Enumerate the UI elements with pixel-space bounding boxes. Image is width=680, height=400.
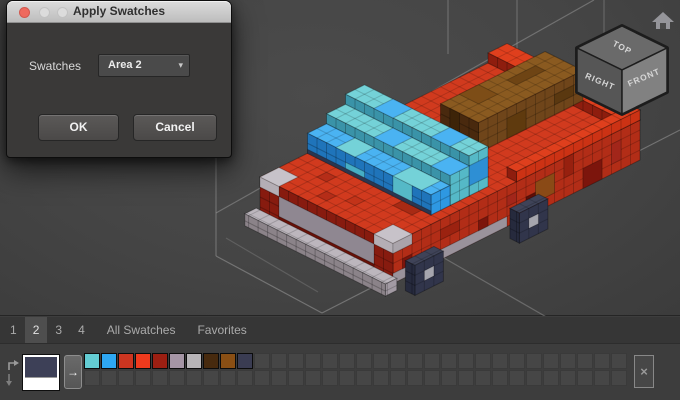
swatch-empty[interactable] [441,353,457,369]
swatch-empty[interactable] [390,353,406,369]
viewcube[interactable]: TOP RIGHT FRONT [577,26,667,114]
swap-colors-icon[interactable] [5,356,21,390]
swatch-empty[interactable] [254,353,270,369]
swatch-empty[interactable] [169,370,185,386]
swatch-empty[interactable] [458,353,474,369]
swatch-empty[interactable] [441,370,457,386]
apply-swatches-dialog: Apply Swatches Swatches Area 2 ▾ OK Canc… [6,0,232,158]
dialog-title: Apply Swatches [7,4,231,18]
swatch-empty[interactable] [373,353,389,369]
primary-color-swatch[interactable] [25,357,57,378]
swatch-empty[interactable] [339,370,355,386]
swatch-empty[interactable] [288,353,304,369]
palette-tab-3[interactable]: 3 [47,317,70,343]
swatch-empty[interactable] [186,370,202,386]
palette-tabs-bar: 1234All SwatchesFavorites [0,317,680,344]
swatch-empty[interactable] [271,370,287,386]
swatch-empty[interactable] [203,370,219,386]
swatch-empty[interactable] [135,370,151,386]
app-window: TOP RIGHT FRONT Apply Swatches Swatches … [0,0,680,400]
swatch-empty[interactable] [543,370,559,386]
swatch-empty[interactable] [424,370,440,386]
swatch-empty[interactable] [237,370,253,386]
swatch-empty[interactable] [390,370,406,386]
swatch-empty[interactable] [526,370,542,386]
swatch-empty[interactable] [101,370,117,386]
ok-button[interactable]: OK [38,114,119,141]
swatch-4[interactable] [152,353,168,369]
swatch-empty[interactable] [458,370,474,386]
swatch-empty[interactable] [560,353,576,369]
palette-tab-all-swatches[interactable]: All Swatches [99,317,184,343]
swatch-empty[interactable] [509,353,525,369]
swatches-dropdown-value: Area 2 [108,59,142,71]
swatch-empty[interactable] [84,370,100,386]
dialog-titlebar[interactable]: Apply Swatches [7,1,231,23]
swatch-empty[interactable] [611,370,627,386]
swatch-empty[interactable] [407,353,423,369]
home-icon[interactable] [652,12,674,29]
swatch-empty[interactable] [220,370,236,386]
swatch-empty[interactable] [594,370,610,386]
secondary-color-swatch[interactable] [25,378,57,388]
swatch-empty[interactable] [560,370,576,386]
swatch-empty[interactable] [339,353,355,369]
palette-tab-favorites[interactable]: Favorites [189,317,254,343]
swatch-empty[interactable] [305,353,321,369]
swatch-empty[interactable] [526,353,542,369]
palette-tab-4[interactable]: 4 [70,317,93,343]
chevron-down-icon: ▾ [178,60,183,71]
swatch-empty[interactable] [543,353,559,369]
swatch-6[interactable] [186,353,202,369]
swatch-3[interactable] [135,353,151,369]
swatch-empty[interactable] [611,353,627,369]
swatch-1[interactable] [101,353,117,369]
swatch-empty[interactable] [288,370,304,386]
apply-color-button[interactable]: → [64,355,82,389]
swatch-empty[interactable] [254,370,270,386]
swatch-5[interactable] [169,353,185,369]
swatch-empty[interactable] [271,353,287,369]
color-well[interactable] [22,354,60,391]
clear-swatch-button[interactable]: × [634,355,654,388]
swatch-empty[interactable] [577,370,593,386]
swatches-label: Swatches [29,59,81,73]
swatch-empty[interactable] [322,353,338,369]
swatch-empty[interactable] [475,370,491,386]
swatch-empty[interactable] [356,353,372,369]
swatch-8[interactable] [220,353,236,369]
swatch-empty[interactable] [118,370,134,386]
palette-tab-1[interactable]: 1 [2,317,25,343]
swatch-empty[interactable] [356,370,372,386]
swatch-empty[interactable] [322,370,338,386]
swatch-empty[interactable] [424,353,440,369]
swatch-0[interactable] [84,353,100,369]
swatch-panel: → × [0,345,680,400]
palette-tab-2[interactable]: 2 [25,317,48,343]
swatch-grid [84,353,627,386]
cancel-button[interactable]: Cancel [133,114,217,141]
swatches-dropdown[interactable]: Area 2 ▾ [98,54,190,77]
swatch-empty[interactable] [577,353,593,369]
swatch-empty[interactable] [492,370,508,386]
swatch-empty[interactable] [594,353,610,369]
swatch-empty[interactable] [407,370,423,386]
swatch-empty[interactable] [152,370,168,386]
swatch-empty[interactable] [509,370,525,386]
swatch-empty[interactable] [373,370,389,386]
swatch-empty[interactable] [475,353,491,369]
swatch-empty[interactable] [305,370,321,386]
swatch-empty[interactable] [492,353,508,369]
swatch-2[interactable] [118,353,134,369]
swatch-7[interactable] [203,353,219,369]
swatch-9[interactable] [237,353,253,369]
